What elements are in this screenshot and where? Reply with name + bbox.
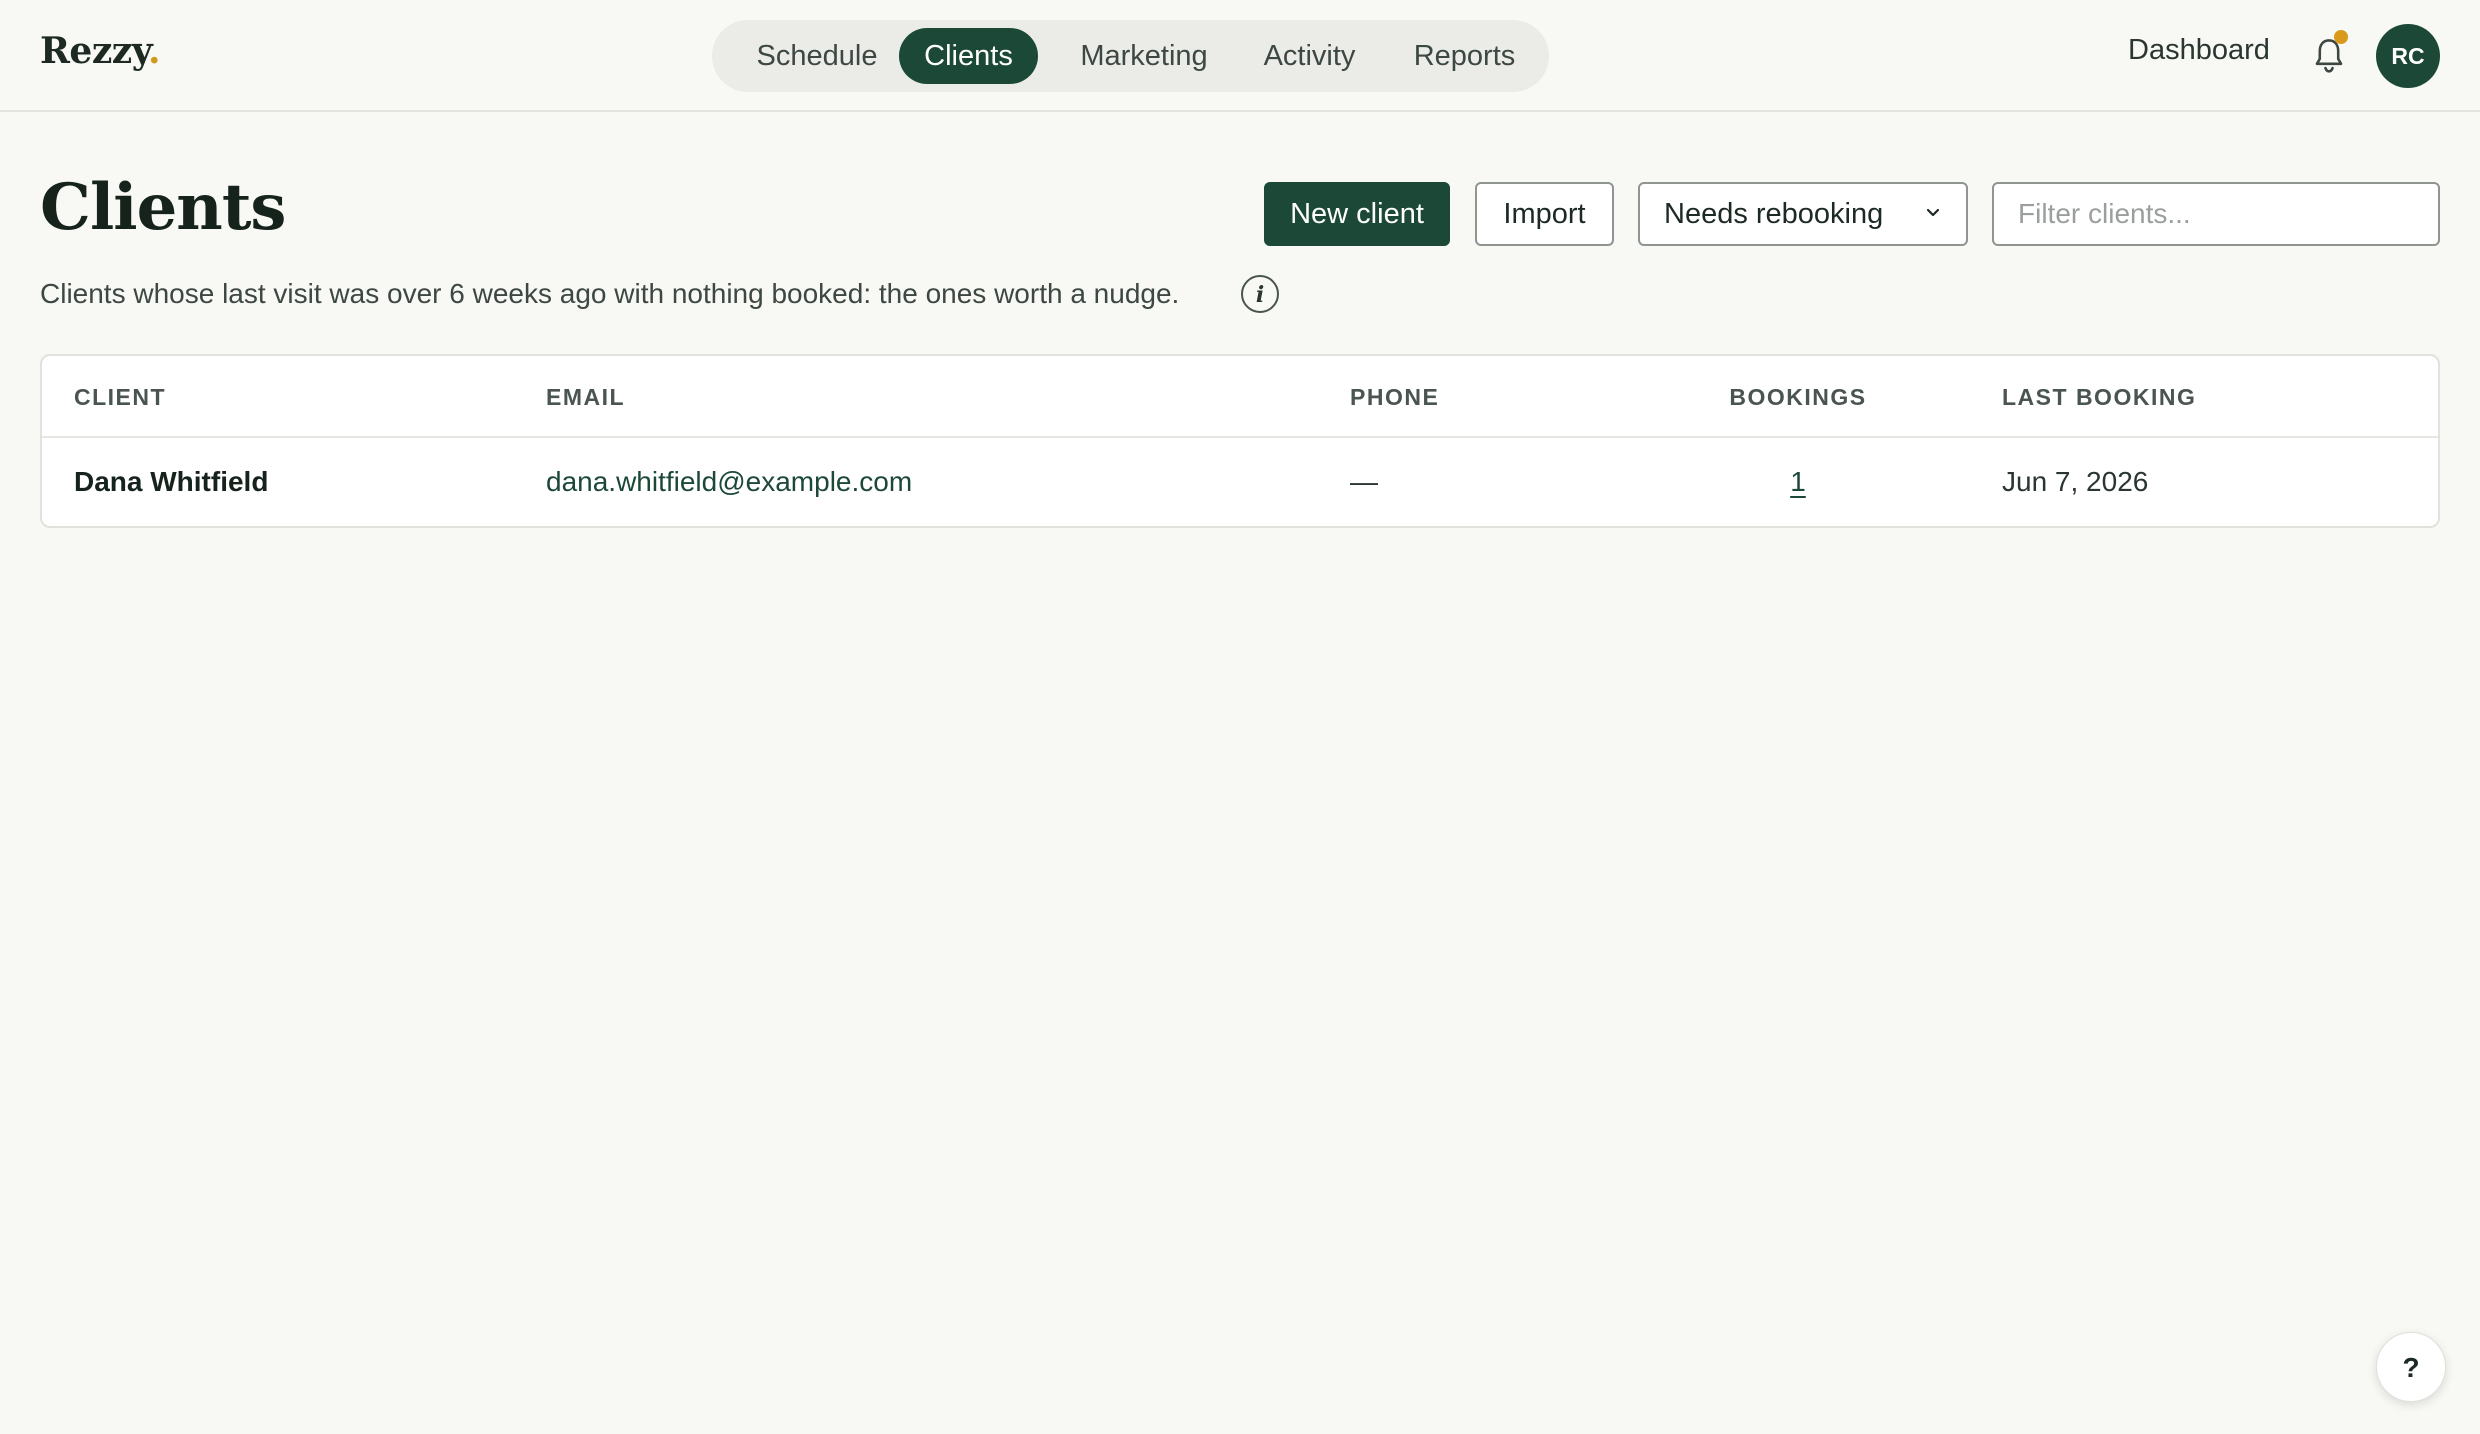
column-header-bookings[interactable]: BOOKINGS <box>1718 384 1878 411</box>
nav-schedule[interactable]: Schedule <box>730 28 904 84</box>
segment-select[interactable]: Needs rebooking <box>1638 182 1968 246</box>
logo[interactable]: Rezzy. <box>40 30 161 72</box>
client-email-link[interactable]: dana.whitfield@example.com <box>546 466 912 498</box>
filter-clients-input[interactable] <box>1992 182 2440 246</box>
avatar[interactable]: RC <box>2376 24 2440 88</box>
notification-dot <box>2334 30 2348 44</box>
top-bar: Rezzy. Schedule Clients Marketing Activi… <box>0 0 2480 112</box>
page-subtitle: Clients whose last visit was over 6 week… <box>40 278 1180 309</box>
info-icon[interactable]: i <box>1240 274 1280 314</box>
main-nav: Schedule Clients Marketing Activity Repo… <box>712 20 1549 92</box>
client-bookings-link[interactable]: 1 <box>1718 466 1878 498</box>
column-header-client[interactable]: CLIENT <box>74 384 166 411</box>
client-last-booking: Jun 7, 2026 <box>2002 466 2149 497</box>
nav-activity[interactable]: Activity <box>1242 28 1377 84</box>
svg-text:i: i <box>1256 282 1264 308</box>
import-button[interactable]: Import <box>1475 182 1614 246</box>
table-header: CLIENT EMAIL PHONE BOOKINGS LAST BOOKING <box>42 356 2438 438</box>
nav-clients[interactable]: Clients <box>899 28 1038 84</box>
column-header-phone[interactable]: PHONE <box>1350 384 1439 411</box>
nav-reports[interactable]: Reports <box>1397 28 1532 84</box>
page-title: Clients <box>40 170 286 245</box>
nav-marketing[interactable]: Marketing <box>1056 28 1232 84</box>
logo-text: Rezzy <box>40 30 149 72</box>
client-phone: — <box>1350 466 1378 497</box>
clients-table: CLIENT EMAIL PHONE BOOKINGS LAST BOOKING… <box>40 354 2440 528</box>
logo-dot: . <box>148 30 161 72</box>
column-header-email[interactable]: EMAIL <box>546 384 625 411</box>
chevron-down-icon <box>1926 208 1940 217</box>
new-client-button[interactable]: New client <box>1264 182 1450 246</box>
segment-select-value: Needs rebooking <box>1664 198 1884 230</box>
dashboard-link[interactable]: Dashboard <box>2128 34 2270 67</box>
client-name[interactable]: Dana Whitfield <box>74 466 268 498</box>
column-header-last-booking[interactable]: LAST BOOKING <box>2002 384 2196 411</box>
help-button[interactable]: ? <box>2376 1332 2446 1402</box>
